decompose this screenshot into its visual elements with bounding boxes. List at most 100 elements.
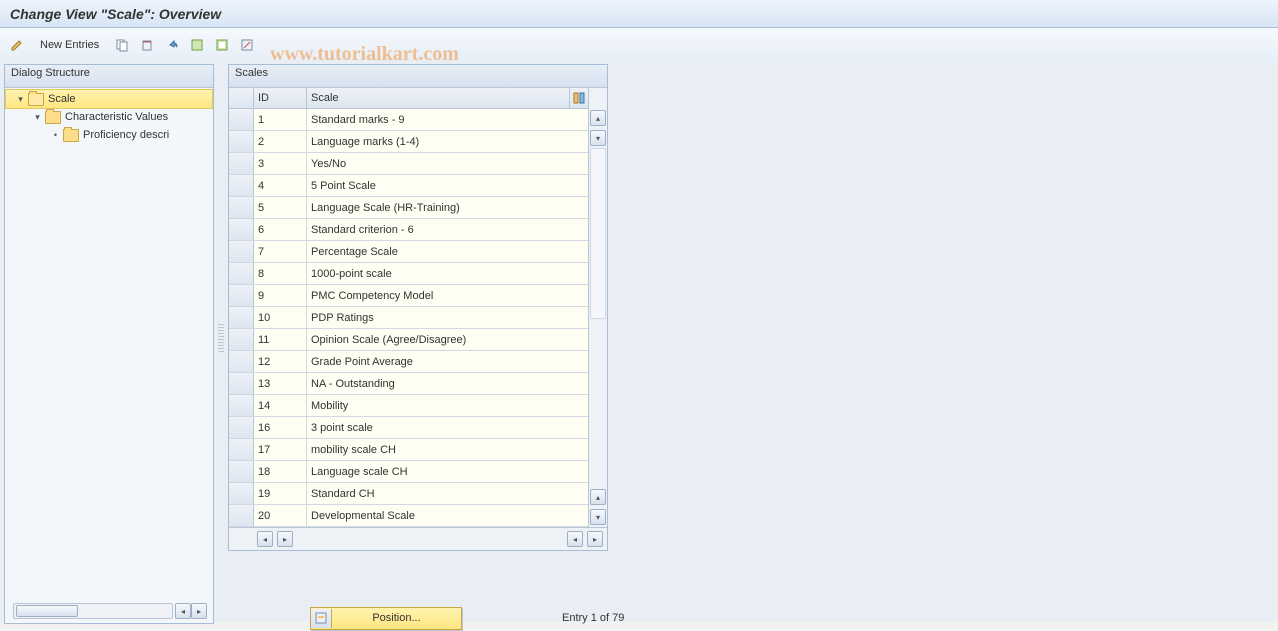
cell-id[interactable]: 19 xyxy=(254,483,307,504)
cell-scale[interactable]: Mobility xyxy=(307,395,588,416)
cell-id[interactable]: 16 xyxy=(254,417,307,438)
cell-scale[interactable]: mobility scale CH xyxy=(307,439,588,460)
table-row[interactable]: 1Standard marks - 9 xyxy=(229,109,588,131)
cell-id[interactable]: 12 xyxy=(254,351,307,372)
cell-scale[interactable]: PDP Ratings xyxy=(307,307,588,328)
table-row[interactable]: 163 point scale xyxy=(229,417,588,439)
cell-id[interactable]: 8 xyxy=(254,263,307,284)
row-selector[interactable] xyxy=(229,131,254,152)
row-selector[interactable] xyxy=(229,505,254,526)
table-row[interactable]: 6Standard criterion - 6 xyxy=(229,219,588,241)
undo-icon[interactable] xyxy=(161,34,183,56)
table-row[interactable]: 81000-point scale xyxy=(229,263,588,285)
scroll-down-icon[interactable]: ▾ xyxy=(590,509,606,525)
splitter-handle[interactable] xyxy=(218,64,224,624)
cell-id[interactable]: 5 xyxy=(254,197,307,218)
row-selector[interactable] xyxy=(229,219,254,240)
table-row[interactable]: 10PDP Ratings xyxy=(229,307,588,329)
table-row[interactable]: 14Mobility xyxy=(229,395,588,417)
row-selector[interactable] xyxy=(229,285,254,306)
cell-scale[interactable]: Language scale CH xyxy=(307,461,588,482)
scroll-left-icon[interactable]: ◂ xyxy=(257,531,273,547)
cell-scale[interactable]: Language Scale (HR-Training) xyxy=(307,197,588,218)
cell-scale[interactable]: Standard marks - 9 xyxy=(307,109,588,130)
cell-id[interactable]: 6 xyxy=(254,219,307,240)
scroll-down-icon[interactable]: ▾ xyxy=(590,130,606,146)
cell-scale[interactable]: 3 point scale xyxy=(307,417,588,438)
cell-scale[interactable]: 5 Point Scale xyxy=(307,175,588,196)
row-selector[interactable] xyxy=(229,109,254,130)
tree-node-characteristic-values[interactable]: ▾ Characteristic Values xyxy=(5,108,213,126)
select-block-icon[interactable] xyxy=(211,34,233,56)
expand-icon[interactable]: ▾ xyxy=(33,113,42,122)
scroll-right-icon[interactable]: ▸ xyxy=(587,531,603,547)
table-row[interactable]: 45 Point Scale xyxy=(229,175,588,197)
position-button[interactable]: Position... xyxy=(310,607,462,630)
tree-node-scale[interactable]: ▾ Scale xyxy=(5,89,213,109)
table-vscrollbar[interactable]: ▴ ▾ ▴ ▾ xyxy=(588,88,607,527)
table-row[interactable]: 3Yes/No xyxy=(229,153,588,175)
row-selector[interactable] xyxy=(229,197,254,218)
delete-icon[interactable] xyxy=(136,34,158,56)
table-row[interactable]: 12Grade Point Average xyxy=(229,351,588,373)
cell-id[interactable]: 10 xyxy=(254,307,307,328)
row-selector[interactable] xyxy=(229,241,254,262)
cell-id[interactable]: 9 xyxy=(254,285,307,306)
cell-id[interactable]: 7 xyxy=(254,241,307,262)
table-row[interactable]: 5Language Scale (HR-Training) xyxy=(229,197,588,219)
table-row[interactable]: 17mobility scale CH xyxy=(229,439,588,461)
table-row[interactable]: 2Language marks (1-4) xyxy=(229,131,588,153)
table-row[interactable]: 7Percentage Scale xyxy=(229,241,588,263)
scroll-right-icon[interactable]: ▸ xyxy=(191,603,207,619)
cell-scale[interactable]: Developmental Scale xyxy=(307,505,588,526)
table-row[interactable]: 18Language scale CH xyxy=(229,461,588,483)
cell-id[interactable]: 4 xyxy=(254,175,307,196)
cell-id[interactable]: 3 xyxy=(254,153,307,174)
scroll-thumb[interactable] xyxy=(16,605,78,617)
row-selector[interactable] xyxy=(229,483,254,504)
table-row[interactable]: 11Opinion Scale (Agree/Disagree) xyxy=(229,329,588,351)
cell-scale[interactable]: PMC Competency Model xyxy=(307,285,588,306)
select-all-icon[interactable] xyxy=(186,34,208,56)
scroll-right-icon[interactable]: ▸ xyxy=(277,531,293,547)
table-hscrollbar[interactable]: ◂ ▸ ◂ ▸ xyxy=(229,527,607,550)
cell-id[interactable]: 1 xyxy=(254,109,307,130)
col-id-header[interactable]: ID xyxy=(254,88,307,108)
new-entries-button[interactable]: New Entries xyxy=(31,34,108,56)
row-selector[interactable] xyxy=(229,395,254,416)
scroll-left-icon[interactable]: ◂ xyxy=(567,531,583,547)
scroll-left-icon[interactable]: ◂ xyxy=(175,603,191,619)
dialog-hscrollbar[interactable]: ◂ ▸ xyxy=(11,603,207,619)
change-display-icon[interactable] xyxy=(6,34,28,56)
cell-scale[interactable]: Percentage Scale xyxy=(307,241,588,262)
cell-scale[interactable]: Yes/No xyxy=(307,153,588,174)
table-row[interactable]: 20Developmental Scale xyxy=(229,505,588,527)
tree-node-proficiency[interactable]: • Proficiency descri xyxy=(5,126,213,144)
table-row[interactable]: 13NA - Outstanding xyxy=(229,373,588,395)
cell-scale[interactable]: Standard CH xyxy=(307,483,588,504)
table-row[interactable]: 9PMC Competency Model xyxy=(229,285,588,307)
scroll-track[interactable] xyxy=(13,603,173,619)
table-row[interactable]: 19Standard CH xyxy=(229,483,588,505)
expand-icon[interactable]: ▾ xyxy=(16,95,25,104)
col-scale-header[interactable]: Scale xyxy=(307,88,569,108)
cell-scale[interactable]: Grade Point Average xyxy=(307,351,588,372)
row-selector[interactable] xyxy=(229,439,254,460)
row-selector[interactable] xyxy=(229,351,254,372)
row-selector[interactable] xyxy=(229,307,254,328)
cell-scale[interactable]: 1000-point scale xyxy=(307,263,588,284)
row-selector[interactable] xyxy=(229,373,254,394)
cell-id[interactable]: 11 xyxy=(254,329,307,350)
cell-scale[interactable]: Opinion Scale (Agree/Disagree) xyxy=(307,329,588,350)
copy-as-icon[interactable] xyxy=(111,34,133,56)
row-selector[interactable] xyxy=(229,263,254,284)
col-selector[interactable] xyxy=(229,88,254,108)
cell-scale[interactable]: Language marks (1-4) xyxy=(307,131,588,152)
row-selector[interactable] xyxy=(229,329,254,350)
cell-id[interactable]: 13 xyxy=(254,373,307,394)
configure-columns-icon[interactable] xyxy=(569,88,588,108)
scroll-up-icon[interactable]: ▴ xyxy=(590,110,606,126)
row-selector[interactable] xyxy=(229,175,254,196)
row-selector[interactable] xyxy=(229,153,254,174)
deselect-all-icon[interactable] xyxy=(236,34,258,56)
